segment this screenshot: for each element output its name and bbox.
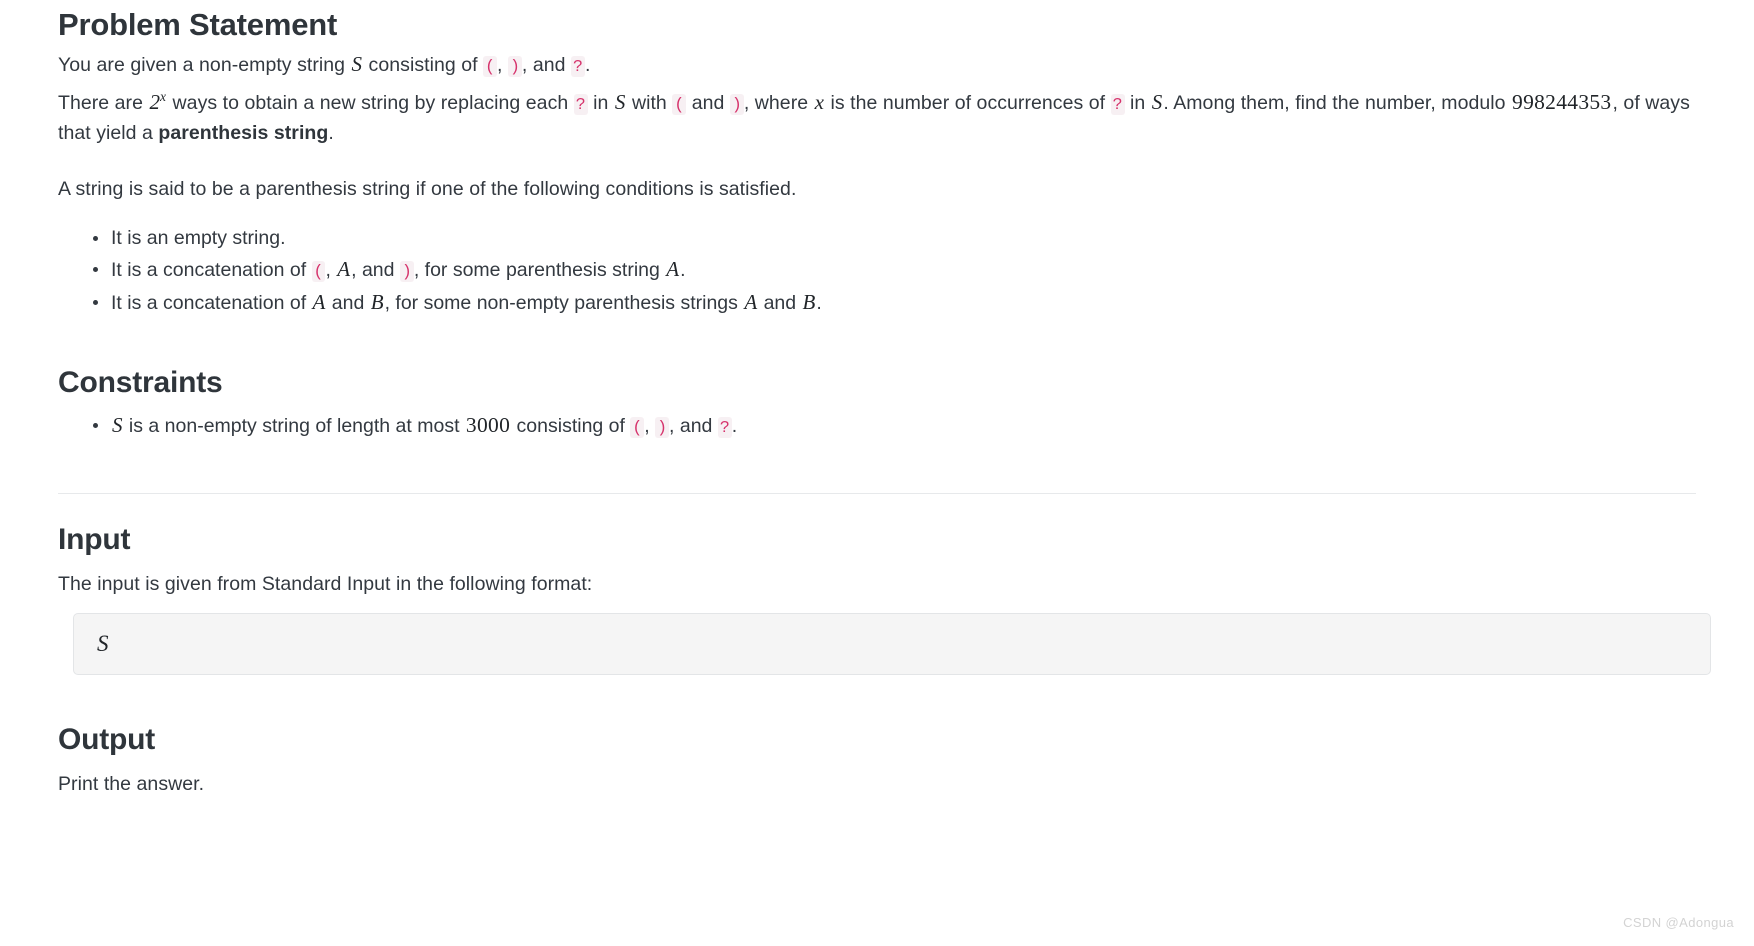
bullet3-math-A-2: A (744, 290, 758, 314)
p1-text-1: You are given a non-empty string (58, 54, 351, 76)
input-heading-wrap: Input (58, 522, 131, 558)
constraint1-code-open-paren: ( (630, 417, 645, 438)
constraint1-code-close-paren: ) (655, 417, 670, 438)
p2-text-3: in (587, 92, 614, 114)
p2-code-question-2: ? (1110, 94, 1125, 115)
p2-text-7: is the number of occurrences of (824, 92, 1111, 114)
problem-paragraph-2-wrap: There are 2x ways to obtain a new string… (58, 88, 1698, 148)
problem-paragraph-3: A string is said to be a parenthesis str… (58, 178, 797, 200)
problem-paragraph-3-wrap: A string is said to be a parenthesis str… (58, 175, 1698, 204)
constraints-heading: Constraints (58, 366, 223, 399)
list-item: S is a non-empty string of length at mos… (93, 410, 1698, 443)
p2-code-question-1: ? (573, 94, 588, 115)
constraints-list: S is a non-empty string of length at mos… (58, 410, 1698, 443)
p2-math-power: 2x (148, 90, 167, 114)
list-item: It is an empty string. (93, 223, 1698, 254)
p2-text-2: ways to obtain a new string by replacing… (167, 92, 574, 114)
list-item: It is a concatenation of A and B, for so… (93, 287, 1698, 319)
constraint1-text-3: , (644, 415, 656, 437)
watermark: CSDN @Adongua (1623, 915, 1734, 930)
bullet2-math-A-1: A (337, 257, 351, 281)
constraint1-text-4: , and (669, 415, 718, 437)
problem-paragraph-1-wrap: You are given a non-empty string S consi… (58, 50, 1698, 81)
bullet2-code-close-paren: ) (399, 261, 414, 282)
input-format-block-wrap: S (73, 613, 1711, 675)
p1-code-question: ? (571, 56, 585, 77)
section-divider (58, 493, 1696, 494)
bullet2-text-5: . (680, 259, 686, 281)
list-item: It is a concatenation of (, A, and ), fo… (93, 254, 1698, 287)
bullet2-text-4: , for some parenthesis string (413, 259, 666, 281)
p2-math-modulus: 998244353 (1512, 90, 1612, 114)
p2-math-S-1: S (614, 90, 626, 114)
constraint1-text-5: . (731, 415, 738, 437)
p2-text-1: There are (58, 92, 149, 114)
p2-code-close-paren: ) (729, 94, 744, 115)
p2-math-S-2: S (1151, 90, 1163, 114)
p2-math-x: x (814, 90, 824, 114)
p1-code-open-paren: ( (483, 56, 498, 77)
problem-statement-heading-wrap: Problem Statement (58, 2, 337, 44)
p1-text-5: . (584, 54, 591, 76)
bullet3-math-A-1: A (312, 290, 326, 314)
bullet3-text-3: , for some non-empty parenthesis strings (384, 292, 744, 314)
bullet2-text-2: , (325, 259, 337, 281)
p2-math-exponent: x (160, 89, 167, 104)
input-description-wrap: The input is given from Standard Input i… (58, 570, 1698, 599)
p1-text-2: consisting of (363, 54, 484, 76)
input-heading: Input (58, 523, 131, 556)
p2-math-base: 2 (149, 90, 161, 114)
constraint1-math-maxlen: 3000 (465, 413, 511, 437)
bullet2-code-open-paren: ( (311, 261, 326, 282)
input-format-block: S (73, 613, 1711, 675)
bullet2-text-3: , and (351, 259, 400, 281)
bullet3-text-1: It is a concatenation of (111, 292, 312, 314)
p2-text-8: in (1124, 92, 1151, 114)
bullet2-math-A-2: A (666, 257, 680, 281)
p2-bold-parenthesis-string: parenthesis string (158, 122, 329, 144)
p2-text-9: . Among them, find the number, modulo (1163, 92, 1512, 114)
bullet3-text-2: and (326, 292, 370, 314)
p1-math-S: S (351, 52, 363, 76)
bullet3-text-5: . (816, 292, 822, 314)
p2-text-4: with (626, 92, 673, 114)
p2-text-5: and (686, 92, 730, 114)
bullet3-math-B-2: B (802, 290, 816, 314)
input-format-math-S: S (97, 631, 109, 656)
output-description: Print the answer. (58, 773, 205, 795)
bullet1-text-1: It is an empty string. (111, 227, 286, 249)
constraint1-math-S: S (112, 413, 123, 437)
problem-paragraph-2: There are 2x ways to obtain a new string… (58, 88, 1698, 148)
constraints-heading-wrap: Constraints (58, 365, 223, 401)
bullet3-math-B-1: B (370, 290, 384, 314)
section-divider-wrap (58, 493, 1696, 494)
output-heading: Output (58, 723, 156, 756)
input-description: The input is given from Standard Input i… (58, 573, 593, 595)
parenthesis-definition-list-wrap: It is an empty string. It is a concatena… (58, 223, 1698, 319)
constraint1-text-1: is a non-empty string of length at most (123, 415, 465, 437)
page-title: Problem Statement (58, 7, 338, 42)
p1-code-close-paren: ) (507, 56, 522, 77)
constraints-list-wrap: S is a non-empty string of length at mos… (58, 410, 1698, 443)
output-description-wrap: Print the answer. (58, 770, 1698, 799)
p2-text-6: , where (743, 92, 814, 114)
output-heading-wrap: Output (58, 722, 155, 758)
p2-text-11: . (328, 122, 334, 144)
p2-code-open-paren: ( (672, 94, 687, 115)
bullet3-text-4: and (758, 292, 802, 314)
parenthesis-definition-list: It is an empty string. It is a concatena… (58, 223, 1698, 319)
problem-paragraph-1: You are given a non-empty string S consi… (58, 50, 1698, 81)
p1-text-3: , (497, 54, 508, 76)
bullet2-text-1: It is a concatenation of (111, 259, 312, 281)
constraint1-code-question: ? (717, 417, 732, 438)
constraint1-text-2: consisting of (511, 415, 631, 437)
problem-page: Problem Statement You are given a non-em… (0, 0, 1754, 946)
p1-text-4: , and (521, 54, 572, 76)
